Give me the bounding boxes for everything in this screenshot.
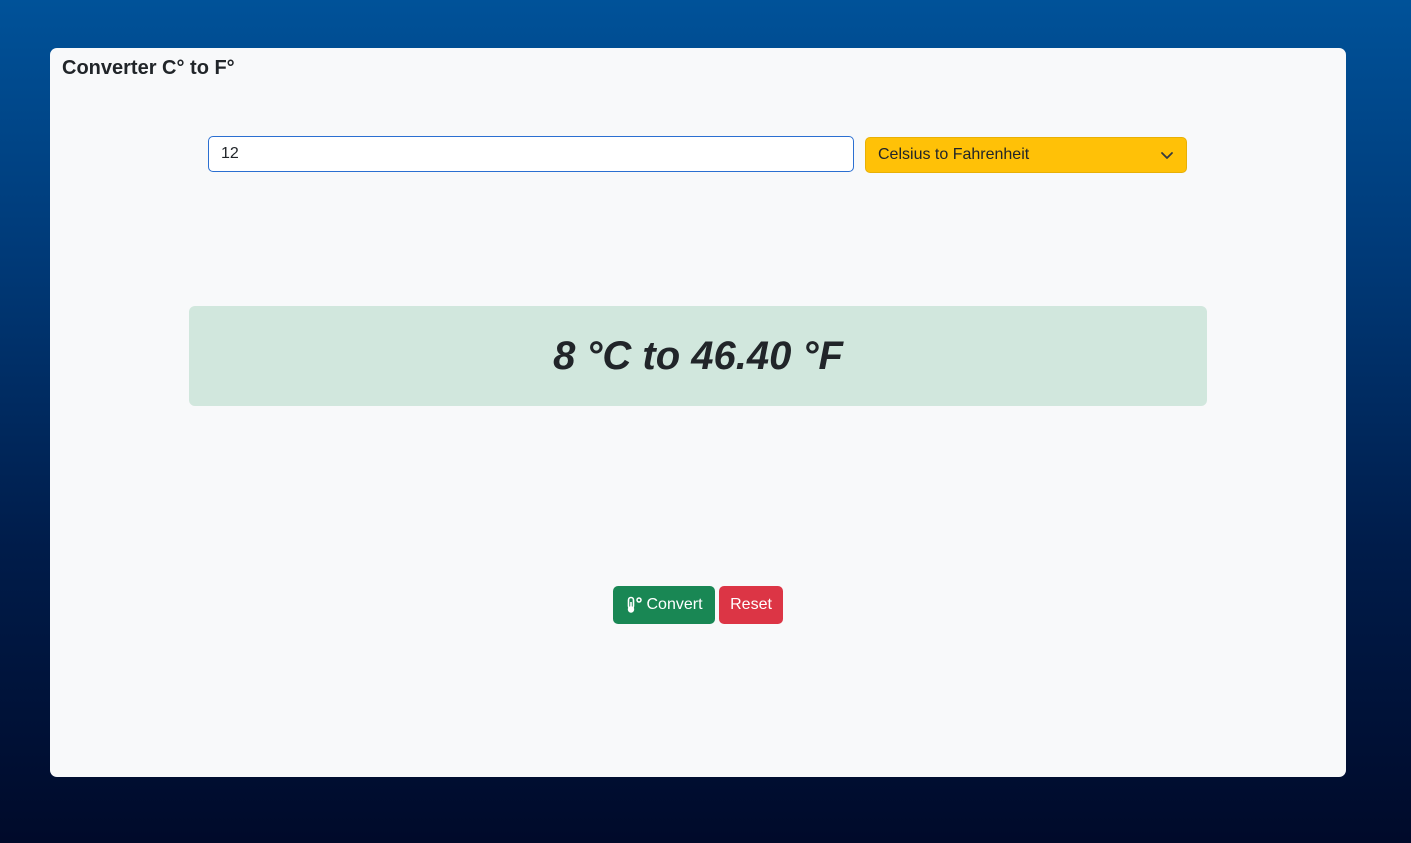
converter-card: Converter C° to F° Celsius to Fahrenheit…: [50, 48, 1346, 777]
reset-button-label: Reset: [730, 596, 772, 613]
result-text: 8 °C to 46.40 °F: [553, 333, 843, 378]
card-title: Converter C° to F°: [62, 57, 235, 79]
temperature-input[interactable]: [208, 136, 854, 172]
conversion-select[interactable]: Celsius to Fahrenheit: [865, 137, 1187, 173]
result-box: 8 °C to 46.40 °F: [189, 306, 1207, 406]
reset-button[interactable]: Reset: [719, 586, 783, 624]
conversion-select-label: Celsius to Fahrenheit: [878, 146, 1030, 163]
convert-button[interactable]: Convert: [613, 586, 715, 624]
thermometer-icon: [625, 596, 643, 614]
action-buttons: Convert Reset: [613, 586, 783, 624]
convert-button-label: Convert: [646, 596, 703, 613]
chevron-down-icon: [1160, 148, 1174, 162]
